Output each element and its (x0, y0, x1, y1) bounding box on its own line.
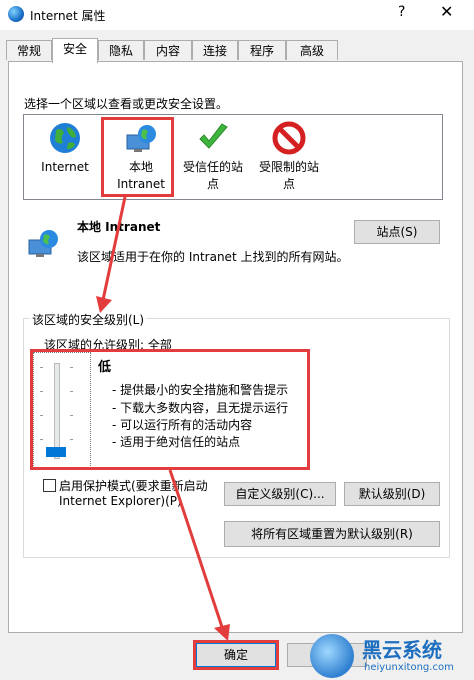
watermark-brand: 黑云系统 (362, 638, 442, 662)
cloud-logo-icon (310, 634, 354, 678)
annotation-arrows (96, 196, 230, 641)
arrow-head (96, 296, 112, 313)
arrow-to-ok (168, 469, 225, 631)
tab-security[interactable]: 安全 (52, 38, 98, 63)
watermark-url: heiyunxitong.com (364, 662, 454, 673)
watermark: 黑云系统 heiyunxitong.com (310, 632, 474, 680)
arrow-to-security-level (101, 196, 127, 301)
arrow-head (214, 624, 230, 641)
